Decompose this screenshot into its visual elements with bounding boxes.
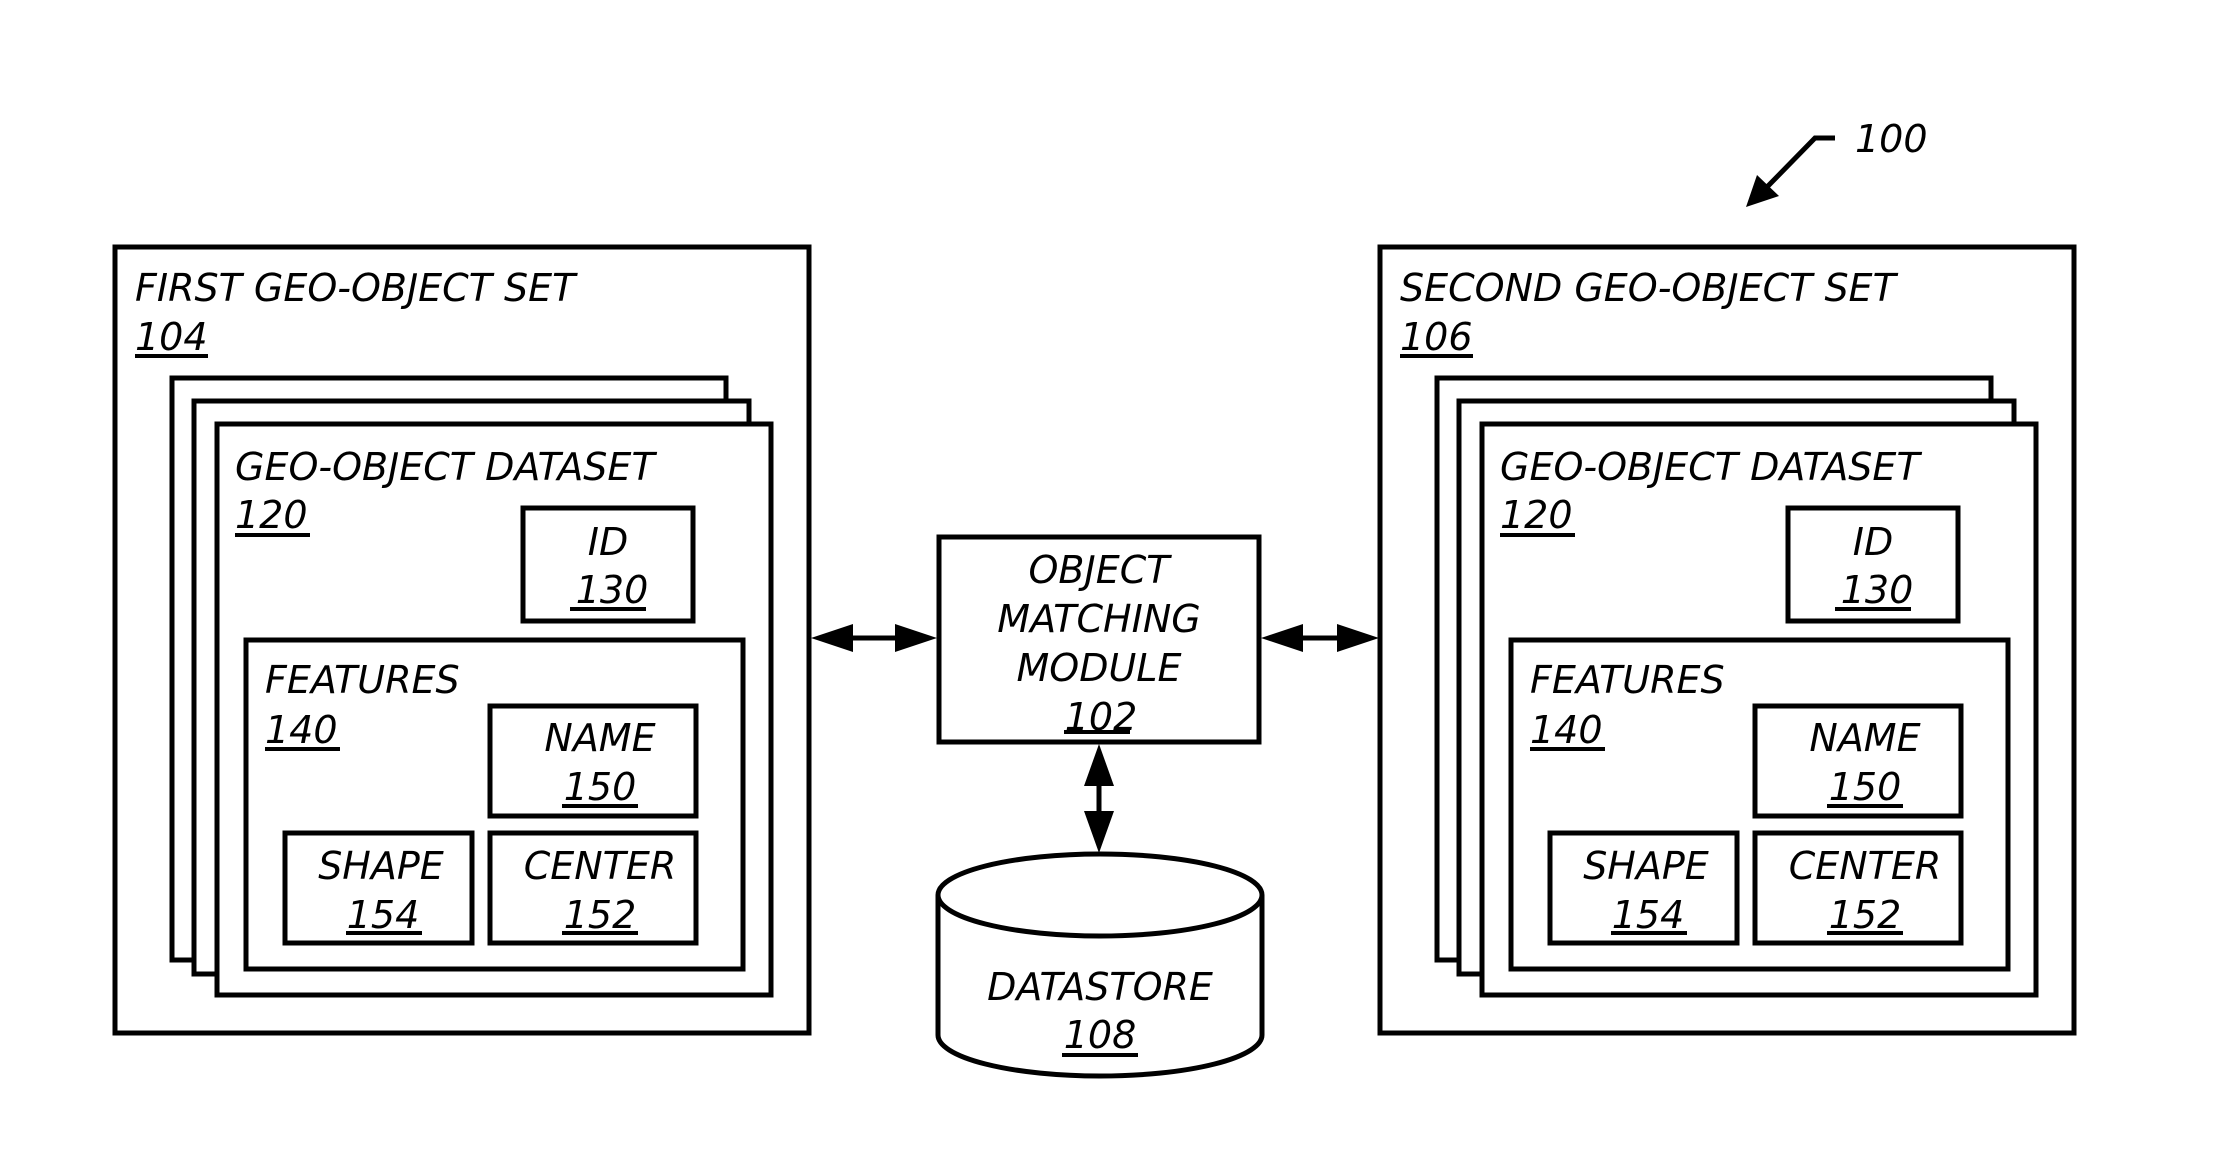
datastore-title: DATASTORE <box>987 965 1213 1009</box>
object-matching-module: OBJECT MATCHING MODULE 102 <box>936 534 1262 745</box>
center-label: CENTER <box>1789 844 1942 888</box>
id-ref: 130 <box>1841 568 1914 612</box>
datastore-ref: 108 <box>1064 1013 1137 1057</box>
datastore-top <box>935 851 1265 939</box>
shape-box: SHAPE 154 <box>282 830 475 946</box>
arrowhead-down <box>1084 811 1114 853</box>
shape-label: SHAPE <box>1583 844 1709 888</box>
second-geo-object-set: SECOND GEO-OBJECT SET 106 GEO-OBJECT DAT… <box>1377 244 2077 1036</box>
dataset-ref: 120 <box>1500 493 1573 537</box>
center-label: CENTER <box>524 844 677 888</box>
first-geo-object-set: FIRST GEO-OBJECT SET 104 GEO-OBJECT DATA… <box>112 244 812 1036</box>
datastore: DATASTORE 108 <box>935 851 1265 1079</box>
name-ref: 150 <box>564 765 637 809</box>
features-box: FEATURES 140 NAME 150 SHAPE 154 CENTER 1… <box>1508 637 2011 972</box>
first-set-title: FIRST GEO-OBJECT SET <box>135 266 578 310</box>
shape-label: SHAPE <box>318 844 444 888</box>
first-set-dataset: GEO-OBJECT DATASET 120 ID 130 FEATURES 1… <box>214 421 774 998</box>
figure-number: 100 <box>1855 117 1928 161</box>
features-title: FEATURES <box>1530 658 1725 702</box>
dataset-title: GEO-OBJECT DATASET <box>235 445 657 489</box>
arrow-first-set-module <box>811 624 937 652</box>
shape-ref: 154 <box>1612 893 1685 937</box>
id-box: ID 130 <box>1785 505 1961 624</box>
features-title: FEATURES <box>265 658 460 702</box>
arrowhead-left <box>1261 624 1303 652</box>
arrow-module-second-set <box>1261 624 1379 652</box>
module-line-1: OBJECT <box>1029 548 1173 592</box>
dataset-title: GEO-OBJECT DATASET <box>1500 445 1922 489</box>
second-set-title: SECOND GEO-OBJECT SET <box>1400 266 1899 310</box>
arrow-module-datastore <box>1084 744 1114 853</box>
id-box: ID 130 <box>520 505 696 624</box>
name-box: NAME 150 <box>1752 703 1964 819</box>
system-diagram: 100 FIRST GEO-OBJECT SET 104 GEO-OBJECT … <box>112 117 2077 1079</box>
figure-reference: 100 <box>1746 117 1928 207</box>
id-label: ID <box>1853 520 1893 564</box>
arrowhead-up <box>1084 744 1114 786</box>
shape-ref: 154 <box>347 893 420 937</box>
name-box: NAME 150 <box>487 703 699 819</box>
arrowhead-left <box>811 624 853 652</box>
arrowhead-right <box>1337 624 1379 652</box>
second-set-ref: 106 <box>1400 315 1473 359</box>
arrowhead-right <box>895 624 937 652</box>
name-ref: 150 <box>1829 765 1902 809</box>
module-line-2: MATCHING <box>997 597 1200 641</box>
features-box: FEATURES 140 NAME 150 SHAPE 154 CENTER 1… <box>243 637 746 972</box>
first-set-ref: 104 <box>135 315 208 359</box>
center-ref: 152 <box>1829 893 1902 937</box>
dataset-ref: 120 <box>235 493 308 537</box>
shape-box: SHAPE 154 <box>1547 830 1740 946</box>
features-ref: 140 <box>265 708 338 752</box>
reference-leader-line <box>1766 135 1835 188</box>
second-set-dataset: GEO-OBJECT DATASET 120 ID 130 FEATURES 1… <box>1479 421 2039 998</box>
name-label: NAME <box>1809 716 1920 760</box>
center-box: CENTER 152 <box>487 830 699 946</box>
id-ref: 130 <box>576 568 649 612</box>
features-ref: 140 <box>1530 708 1603 752</box>
module-line-3: MODULE <box>1017 646 1182 690</box>
center-ref: 152 <box>564 893 637 937</box>
center-box: CENTER 152 <box>1752 830 1964 946</box>
name-label: NAME <box>544 716 655 760</box>
id-label: ID <box>588 520 628 564</box>
